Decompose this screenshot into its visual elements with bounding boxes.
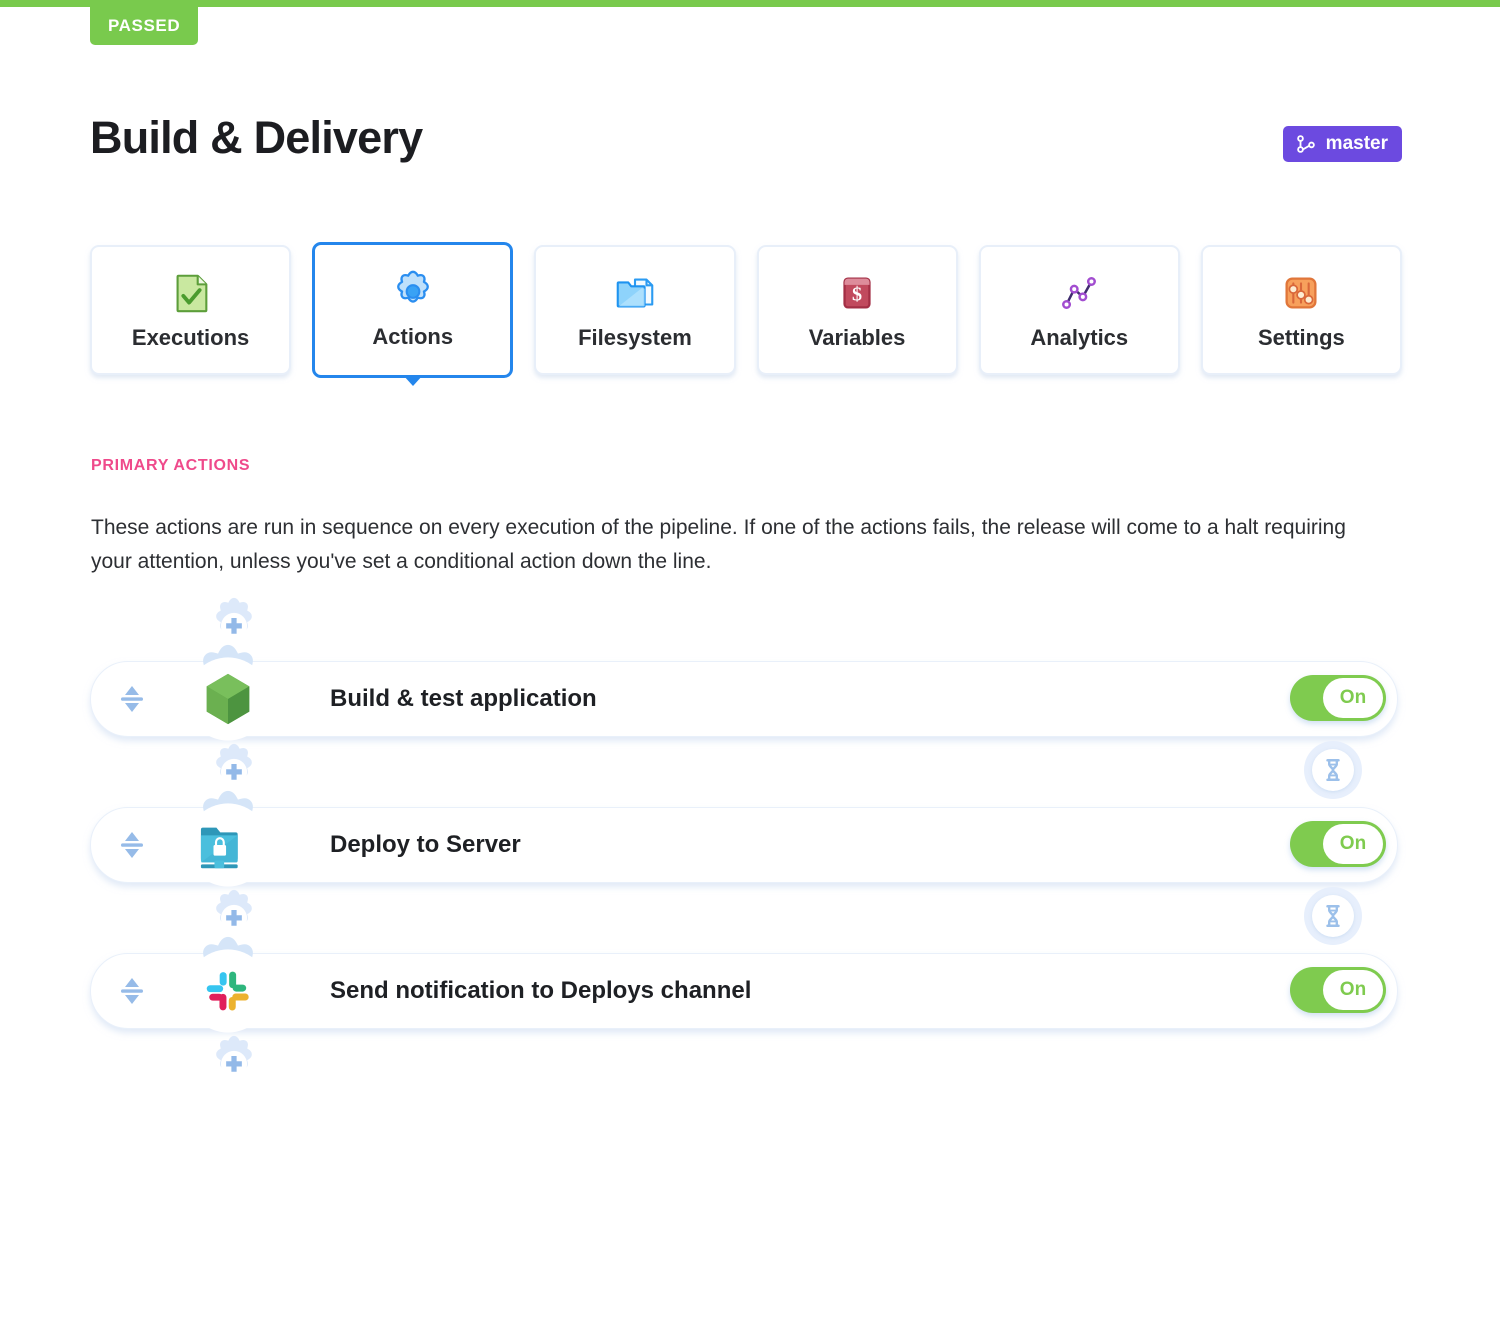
add-action-slot (90, 887, 1402, 949)
git-branch-icon (1296, 135, 1315, 153)
hourglass-icon (1326, 758, 1340, 782)
tab-actions[interactable]: Actions (312, 242, 514, 386)
section-description: These actions are run in sequence on eve… (91, 516, 1346, 573)
section-label: PRIMARY ACTIONS (91, 457, 251, 474)
folder-file-icon (616, 278, 654, 308)
dollar-box-icon: $ (843, 277, 871, 309)
action-toggle-label: On (1323, 970, 1383, 1010)
document-check-icon (176, 274, 207, 313)
hourglass-circle (1312, 895, 1354, 937)
action-toggle[interactable]: On (1290, 821, 1386, 867)
hourglass-circle (1312, 749, 1354, 791)
tab-settings[interactable]: Settings (1200, 245, 1402, 375)
line-chart-icon (1062, 276, 1097, 310)
tab-label: Analytics (1030, 325, 1129, 350)
action-row: Build & test application On (90, 644, 1402, 741)
action-row: Deploy to Server On (90, 790, 1402, 887)
branch-badge[interactable]: master (1282, 126, 1402, 162)
wait-between-actions[interactable] (1304, 887, 1362, 945)
actions-pipeline: Build & test application On Deploy to Se… (90, 595, 1402, 1095)
action-title: Send notification to Deploys channel (330, 977, 752, 1004)
action-title: Build & test application (330, 685, 597, 712)
tab-label: Filesystem (578, 325, 692, 350)
tab-label: Executions (131, 325, 250, 350)
tab-executions[interactable]: Executions (90, 245, 292, 375)
action-toggle-label: On (1323, 824, 1383, 864)
status-badge: PASSED (90, 7, 199, 45)
sliders-icon (1285, 277, 1317, 309)
add-action-slot (90, 741, 1402, 803)
action-toggle-label: On (1323, 678, 1383, 718)
hourglass-icon (1326, 904, 1340, 928)
tab-label: Variables (808, 325, 906, 350)
status-bar (0, 0, 1500, 7)
tab-label: Settings (1258, 325, 1345, 350)
svg-text:$: $ (852, 284, 862, 306)
tab-variables[interactable]: $ Variables (756, 245, 958, 375)
add-action-slot (90, 1033, 1402, 1095)
branch-name: master (1325, 133, 1388, 154)
wait-between-actions[interactable] (1304, 741, 1362, 799)
action-title: Deploy to Server (330, 831, 521, 858)
action-bar-background (90, 807, 1398, 883)
header: Build & Delivery master (90, 112, 1402, 178)
tab-filesystem[interactable]: Filesystem (534, 245, 736, 375)
action-gear-frame (186, 936, 270, 1033)
drag-updown-icon[interactable] (116, 683, 148, 715)
action-gear-frame (186, 644, 270, 741)
action-bar-background (90, 661, 1398, 737)
status-badge-label: PASSED (108, 16, 181, 35)
tab-analytics[interactable]: Analytics (978, 245, 1180, 375)
add-action-slot (90, 595, 1402, 657)
tab-label: Actions (372, 324, 454, 349)
action-row: Send notification to Deploys channel On (90, 936, 1402, 1033)
action-gear-frame (186, 790, 270, 887)
tab-bar: Executions Actions Filesystem $ Variable… (90, 242, 1402, 386)
page-title: Build & Delivery (90, 112, 423, 163)
drag-updown-icon[interactable] (116, 975, 148, 1007)
action-toggle[interactable]: On (1290, 967, 1386, 1013)
drag-updown-icon[interactable] (116, 829, 148, 861)
action-toggle[interactable]: On (1290, 675, 1386, 721)
gear-icon (396, 270, 429, 303)
